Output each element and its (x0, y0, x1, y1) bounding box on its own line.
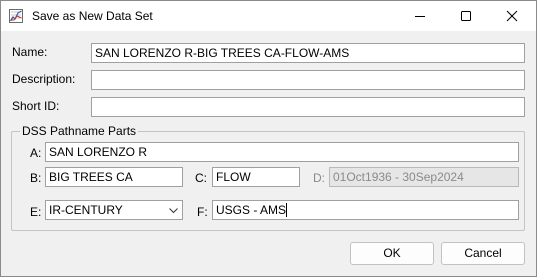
e-part-value: IR-CENTURY (49, 203, 123, 217)
f-part-value: USGS - AMS (216, 203, 287, 217)
close-icon (506, 10, 518, 22)
chevron-down-icon (169, 208, 178, 214)
a-part-field[interactable]: SAN LORENZO R (45, 142, 519, 162)
ok-button[interactable]: OK (350, 242, 434, 265)
f-part-field[interactable]: USGS - AMS (212, 200, 519, 220)
f-label: F: (197, 205, 208, 219)
b-label: B: (30, 171, 42, 185)
minimize-button[interactable] (397, 1, 443, 31)
description-field[interactable] (91, 70, 525, 90)
c-part-value: FLOW (216, 170, 251, 184)
cancel-button[interactable]: Cancel (441, 242, 525, 265)
shortid-label: Short ID: (12, 99, 60, 113)
maximize-button[interactable] (443, 1, 489, 31)
c-label: C: (195, 171, 207, 185)
minimize-icon (415, 16, 425, 17)
chart-icon (9, 9, 23, 23)
description-label: Description: (12, 72, 76, 86)
dss-group-title: DSS Pathname Parts (20, 124, 139, 138)
d-part-value: 01Oct1936 - 30Sep2024 (333, 170, 464, 184)
e-label: E: (30, 205, 42, 219)
c-part-field[interactable]: FLOW (212, 167, 300, 187)
a-part-value: SAN LORENZO R (49, 145, 148, 159)
title-bar[interactable]: Save as New Data Set (1, 1, 536, 31)
e-part-dropdown[interactable]: IR-CENTURY (45, 200, 183, 220)
d-part-field: 01Oct1936 - 30Sep2024 (329, 167, 519, 187)
close-button[interactable] (489, 1, 535, 31)
name-label: Name: (12, 45, 48, 59)
d-label: D: (313, 171, 325, 185)
name-value: SAN LORENZO R-BIG TREES CA-FLOW-AMS (95, 46, 350, 60)
shortid-field[interactable] (91, 97, 525, 117)
text-caret (286, 203, 288, 217)
save-dataset-dialog: Save as New Data Set Name: SAN LORENZO R… (0, 0, 537, 277)
b-part-value: BIG TREES CA (49, 170, 133, 184)
name-field[interactable]: SAN LORENZO R-BIG TREES CA-FLOW-AMS (91, 43, 525, 63)
a-label: A: (30, 146, 42, 160)
b-part-field[interactable]: BIG TREES CA (45, 167, 183, 187)
window-title: Save as New Data Set (32, 9, 153, 23)
maximize-icon (461, 11, 471, 21)
